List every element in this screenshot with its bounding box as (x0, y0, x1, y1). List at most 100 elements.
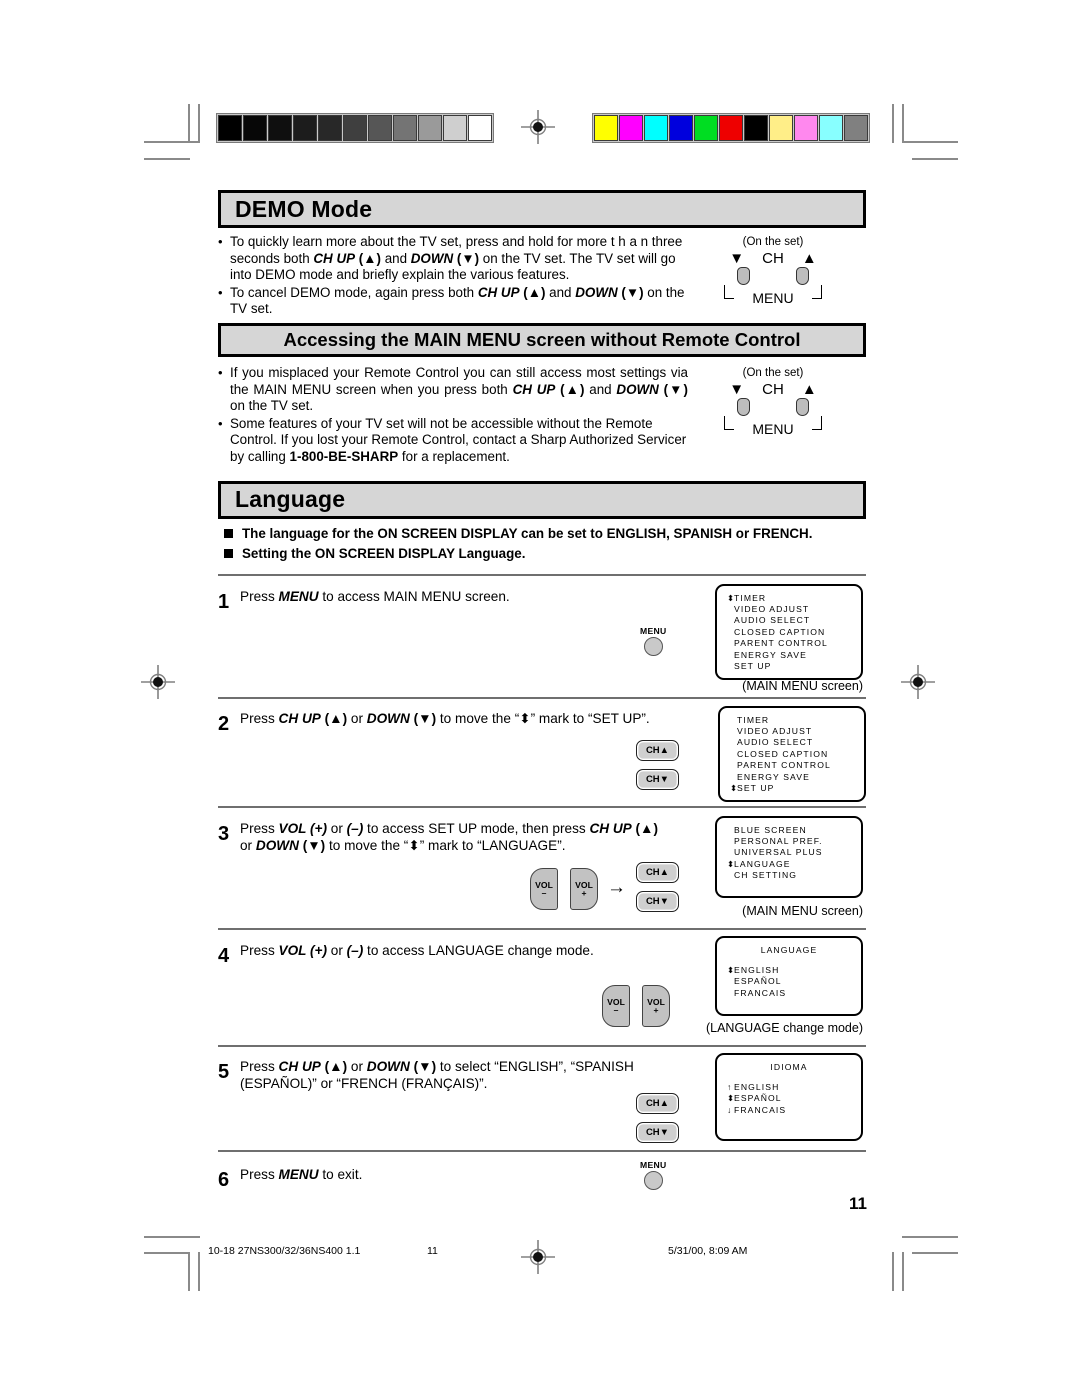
osd-menu-item-label: FRANCAIS (734, 1104, 787, 1115)
crop-mark-bl-bleed (188, 1252, 190, 1291)
osd-menu-item[interactable]: VIDEO ADJUST (730, 726, 864, 737)
crop-mark-tl-h2 (144, 158, 190, 160)
color-calibration-strip (592, 113, 870, 143)
osd-main-menu-screen: BLUE SCREEN PERSONAL PREF. UNIVERSAL PLUS ⬍… (715, 815, 863, 898)
osd-caption: (LANGUAGE change mode) (705, 1020, 863, 1035)
ch-down-key[interactable]: CH▼ (636, 1121, 679, 1143)
osd-menu-item[interactable]: ⬍ENGLISH (727, 965, 861, 976)
osd-cursor-icon: ↓ (727, 1104, 732, 1115)
on-the-set-caption: (On the set) (742, 366, 804, 379)
menu-key[interactable]: MENU (640, 626, 667, 656)
color-swatch-0 (594, 115, 618, 141)
demo-mode-bullets: • To quickly learn more about the TV set… (218, 234, 688, 319)
ch-down-button-icon[interactable] (737, 397, 750, 416)
osd-menu-item[interactable]: FRANCAIS (727, 988, 861, 999)
color-swatch-9 (819, 115, 843, 141)
osd-title: IDIOMA (770, 1061, 808, 1072)
divider (218, 805, 866, 808)
osd-menu-item[interactable]: PARENT CONTROL (727, 638, 861, 649)
step-number: 1 (218, 590, 230, 613)
step-number: 6 (218, 1168, 230, 1191)
ch-down-key[interactable]: CH▼ (636, 768, 679, 790)
osd-menu-item[interactable]: SET UP (727, 661, 861, 672)
color-swatch-4 (694, 115, 718, 141)
menu-key-circle-icon[interactable] (643, 636, 663, 656)
ch-up-button-icon[interactable] (796, 267, 809, 285)
osd-menu-item-label: FRANCAIS (734, 987, 787, 998)
demo-mode-body: • To quickly learn more about the TV set… (218, 234, 866, 319)
menu-key-circle-icon[interactable] (643, 1170, 663, 1190)
osd-menu-item-label: ESPAÑOL (734, 976, 782, 987)
osd-caption: (MAIN MENU screen) (742, 678, 863, 693)
osd-menu-item[interactable]: ESPAÑOL (727, 976, 861, 987)
ch-up-key[interactable]: CH▲ (636, 1092, 679, 1114)
osd-menu-item[interactable]: ⬍TIMER (727, 593, 861, 604)
ch-up-key[interactable]: CH▲ (636, 739, 679, 761)
osd-menu-item[interactable]: AUDIO SELECT (730, 737, 864, 748)
color-swatch-7 (769, 115, 793, 141)
crop-mark-tr-v (902, 104, 904, 143)
footer-doc-code: 10-18 27NS300/32/36NS400 1.1 (208, 1245, 361, 1257)
gray-swatch-5 (343, 115, 367, 141)
main-menu-body: • If you misplaced your Remote Control y… (218, 365, 866, 467)
step-number: 4 (218, 944, 230, 967)
osd-menu-item-label: UNIVERSAL PLUS (734, 847, 823, 858)
ch-down-key-label: CH▼ (645, 1126, 670, 1138)
divider (218, 1044, 866, 1047)
osd-language-change-mode: LANGUAGE ⬍ENGLISH ESPAÑOL FRANCAIS (715, 935, 863, 1016)
step-6: 6 Press MENU to exit. MENU (218, 1160, 866, 1214)
osd-menu-item-label: ENGLISH (734, 964, 780, 975)
crop-mark-br-h2 (912, 1252, 958, 1254)
osd-menu-item[interactable]: PARENT CONTROL (730, 760, 864, 771)
ch-down-key[interactable]: CH▼ (636, 890, 679, 912)
osd-menu-item[interactable]: VIDEO ADJUST (727, 604, 861, 615)
osd-menu-item[interactable]: PERSONAL PREF. (727, 836, 861, 847)
menu-bracket-right (812, 415, 822, 430)
osd-menu-item-label: CLOSED CAPTION (734, 626, 826, 637)
vol-minus-key[interactable]: VOL – (530, 867, 558, 910)
color-swatch-1 (619, 115, 643, 141)
osd-caption: (MAIN MENU screen) (742, 903, 863, 918)
step-instruction: Press VOL (+) or (–) to access LANGUAGE … (240, 942, 594, 958)
osd-cursor-icon: ⬍ (727, 1093, 735, 1104)
osd-menu-item[interactable]: ⬍LANGUAGE (727, 859, 861, 870)
vol-plus-key[interactable]: VOL + (642, 984, 670, 1027)
gray-swatch-8 (418, 115, 442, 141)
ch-up-key[interactable]: CH▲ (636, 861, 679, 883)
gray-swatch-6 (368, 115, 392, 141)
up-arrow-icon: ▲ (801, 250, 817, 267)
ch-up-key-label: CH▲ (645, 1097, 670, 1109)
step-4: 4 Press VOL (+) or (–) to access LANGUAG… (218, 935, 866, 1042)
gray-swatch-7 (393, 115, 417, 141)
osd-menu-item[interactable]: ↓ FRANCAIS (727, 1105, 861, 1116)
color-swatch-6 (744, 115, 768, 141)
osd-menu-item[interactable]: AUDIO SELECT (727, 615, 861, 626)
osd-menu-item[interactable]: BLUE SCREEN (727, 825, 861, 836)
divider (218, 696, 866, 699)
step-instruction: Press MENU to exit. (240, 1166, 363, 1182)
main-menu-title: Accessing the MAIN MENU screen without R… (283, 328, 801, 350)
vol-plus-key[interactable]: VOL + (570, 867, 598, 910)
osd-cursor-icon: ⬍ (727, 592, 735, 603)
ch-down-key-label: CH▼ (645, 773, 670, 785)
color-swatch-2 (644, 115, 668, 141)
osd-menu-item[interactable]: CLOSED CAPTION (727, 627, 861, 638)
crop-mark-bl-h2 (144, 1252, 190, 1254)
osd-menu-item[interactable]: ENERGY SAVE (730, 772, 864, 783)
osd-cursor-icon: ↑ (727, 1081, 732, 1092)
osd-menu-item[interactable]: CLOSED CAPTION (730, 749, 864, 760)
ch-up-button-icon[interactable] (796, 397, 809, 416)
vol-minus-key[interactable]: VOL – (602, 984, 630, 1027)
vol-plus-label: VOL + (647, 996, 665, 1015)
step-5: 5 Press CH UP (▲) or DOWN (▼) to select … (218, 1052, 866, 1148)
osd-menu-item[interactable]: ENERGY SAVE (727, 650, 861, 661)
osd-menu-item[interactable]: UNIVERSAL PLUS (727, 847, 861, 858)
menu-key[interactable]: MENU (640, 1160, 667, 1190)
osd-menu-item[interactable]: ⬍ESPAÑOL (727, 1093, 861, 1104)
ch-down-button-icon[interactable] (737, 267, 750, 285)
note-item: The language for the ON SCREEN DISPLAY c… (218, 525, 866, 542)
osd-menu-item[interactable]: ⬍SET UP (730, 783, 864, 794)
osd-menu-item[interactable]: CH SETTING (727, 870, 861, 881)
osd-menu-item[interactable]: ↑ ENGLISH (727, 1082, 861, 1093)
osd-menu-item[interactable]: TIMER (730, 715, 864, 726)
